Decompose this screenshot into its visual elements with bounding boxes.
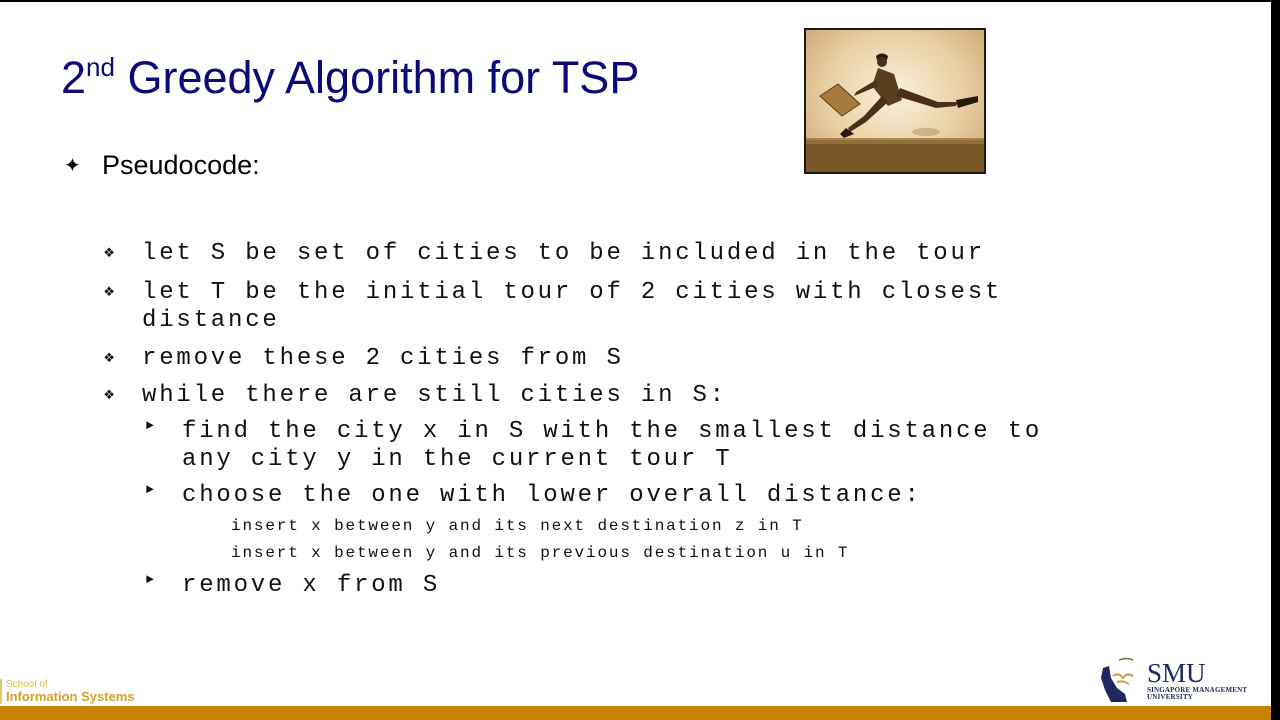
diamond-bullet-icon: ❖ — [104, 349, 115, 368]
diamond-bullet-icon: ❖ — [104, 386, 115, 405]
pseudocode-subline: ► choose the one with lower overall dist… — [146, 482, 922, 510]
smu-logo: SMU SINGAPORE MANAGEMENT UNIVERSITY — [1097, 656, 1267, 704]
line-text: let S be set of cities to be included in… — [142, 240, 985, 267]
line-text: remove these 2 cities from S — [142, 345, 624, 372]
slide-title: 2nd Greedy Algorithm for TSP — [61, 52, 639, 104]
line-text: any city y in the current tour T — [182, 446, 733, 473]
line-text: choose the one with lower overall distan… — [182, 482, 922, 509]
line-text: distance — [142, 307, 280, 334]
triangle-bullet-icon: ► — [146, 482, 154, 497]
pseudocode-heading: ✦ Pseudocode: — [64, 150, 260, 181]
smu-lion-icon — [1101, 657, 1134, 702]
pseudocode-subline: ► find the city x in S with the smallest… — [146, 418, 1042, 474]
smu-subtitle: SINGAPORE MANAGEMENT UNIVERSITY — [1147, 687, 1247, 701]
pseudocode-line: ❖ remove these 2 cities from S — [104, 345, 624, 373]
line-text: remove x from S — [182, 572, 441, 599]
slide: 2nd Greedy Algorithm for TSP ✦ Pseudocod… — [0, 2, 1271, 720]
diamond-bullet-icon: ❖ — [104, 244, 115, 263]
diamond-bullet-icon: ❖ — [104, 283, 115, 302]
triangle-bullet-icon: ► — [146, 418, 154, 433]
salesman-photo — [804, 28, 986, 174]
school-logo-line2: Information Systems — [6, 689, 135, 704]
smu-wordmark: SMU — [1147, 658, 1206, 688]
footer-bar — [0, 706, 1271, 720]
title-ordinal-suffix: nd — [86, 52, 115, 82]
title-text: Greedy Algorithm for TSP — [114, 52, 640, 103]
line-text: while there are still cities in S: — [142, 382, 727, 409]
salesman-illustration — [806, 53, 984, 172]
option-line: insert x between y and its next destinat… — [231, 517, 804, 535]
smu-subtitle-line2: UNIVERSITY — [1147, 693, 1193, 701]
pseudocode-line: ❖ while there are still cities in S: — [104, 382, 727, 410]
pseudocode-subline: ► remove x from S — [146, 572, 440, 600]
title-number: 2 — [61, 52, 87, 103]
line-text: let T be the initial tour of 2 cities wi… — [142, 279, 1003, 306]
option-line: insert x between y and its previous dest… — [231, 544, 850, 562]
pseudocode-line: ❖ let S be set of cities to be included … — [104, 240, 985, 268]
school-logo: School of Information Systems — [0, 679, 135, 704]
four-point-star-bullet-icon: ✦ — [64, 155, 81, 177]
triangle-bullet-icon: ► — [146, 572, 154, 587]
line-text: find the city x in S with the smallest d… — [182, 418, 1043, 445]
heading-text: Pseudocode: — [102, 150, 260, 180]
pseudocode-line: ❖ let T be the initial tour of 2 cities … — [104, 279, 1002, 335]
